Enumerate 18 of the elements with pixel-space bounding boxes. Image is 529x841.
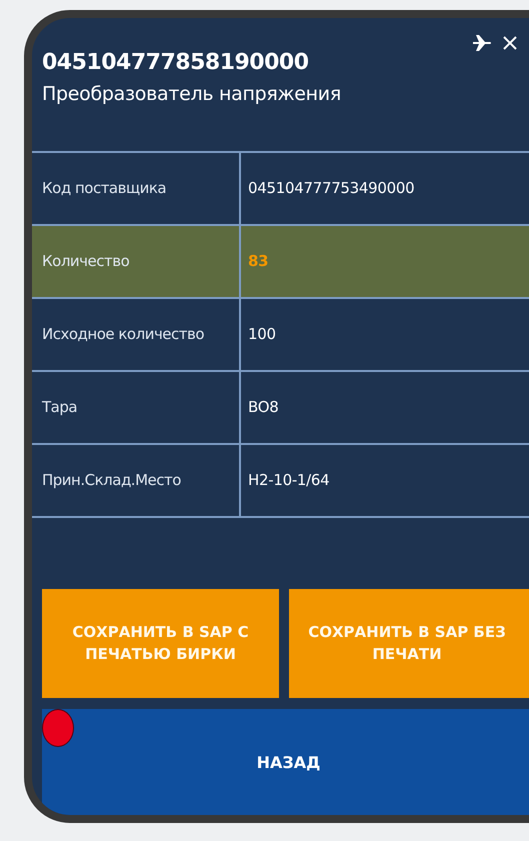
item-number: 045104777858190000 [42,50,310,75]
field-value: 045104777753490000 [247,178,416,200]
close-icon[interactable] [502,35,518,51]
field-label: Код поставщика [32,152,241,224]
item-name: Преобразователь напряжения [42,83,342,105]
field-label: Тара [32,372,241,443]
field-row[interactable]: Исходное количество 100 [32,298,529,372]
field-value: BO8 [247,397,280,418]
field-row[interactable]: Количество 83 [32,226,529,299]
field-label: Исходное количество [32,298,241,370]
field-row[interactable]: Прин.Склад.Место H2-10-1/64 [32,444,529,518]
field-label: Прин.Склад.Место [32,444,241,516]
back-button[interactable]: НАЗАД [42,709,529,815]
field-value: H2-10-1/64 [247,470,330,492]
field-value: 83 [247,251,270,272]
field-value: 100 [247,324,277,346]
field-label: Количество [32,226,241,297]
field-row[interactable]: Тара BO8 [32,372,529,445]
